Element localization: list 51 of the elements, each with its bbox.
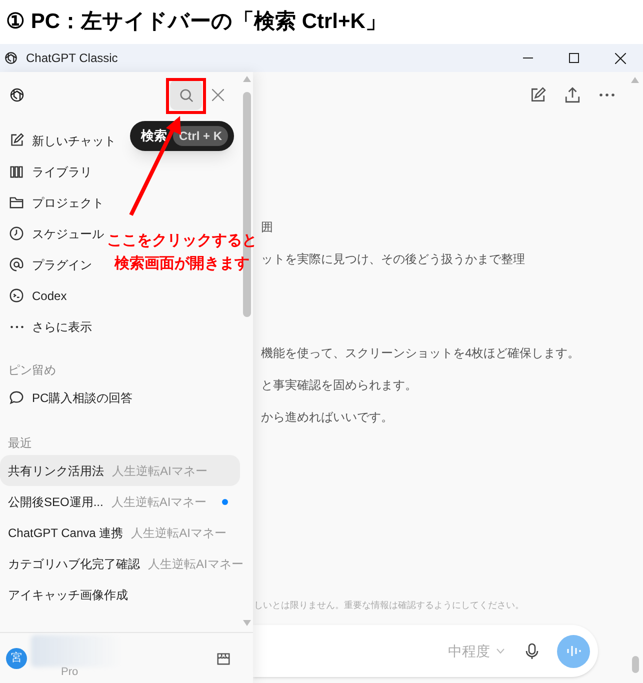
maximize-icon (569, 53, 579, 63)
search-icon (178, 88, 194, 102)
message-text: 機能を使って、スクリーンショットを4枚ほど確保します。 (261, 345, 581, 362)
shortcut-key: Ctrl + K (173, 126, 228, 146)
chat-history-item[interactable]: ChatGPT Canva 連携 人生逆転AIマネー (0, 517, 240, 548)
edit-icon (9, 133, 24, 148)
chat-history-item[interactable]: カテゴリハブ化完了確認 人生逆転AIマネー (0, 548, 240, 579)
message-text: から進めればいいです。 (261, 409, 394, 426)
search-button[interactable] (170, 80, 202, 110)
chat-history-item[interactable]: 共有リンク活用法 人生逆転AIマネー (0, 455, 240, 486)
scrollbar-thumb[interactable] (632, 656, 638, 673)
sidebar-item[interactable]: プラグイン (0, 249, 94, 280)
library-icon (9, 164, 24, 179)
sidebar-item[interactable]: プロジェクト (0, 187, 106, 218)
share-icon[interactable] (564, 86, 581, 104)
chat-history-item[interactable]: 公開後SEO運用... 人生逆転AIマネー (0, 486, 240, 517)
annotation-text: ここをクリックすると 検索画面が開きます (107, 231, 257, 274)
at-sign-icon (9, 257, 24, 272)
more-icon (10, 324, 24, 328)
clock-icon (9, 226, 24, 241)
store-icon[interactable] (216, 650, 231, 666)
chevron-down-icon (496, 648, 505, 654)
folder-icon (9, 195, 24, 210)
message-text: 囲 (261, 219, 274, 236)
message-text: と事実確認を固められます。 (261, 377, 418, 394)
sidebar-item[interactable]: 新しいチャット (0, 125, 118, 156)
more-icon[interactable] (599, 93, 615, 97)
close-icon (614, 52, 626, 64)
sidebar-item[interactable]: スケジュール (0, 218, 106, 249)
window-title: ChatGPT Classic (26, 50, 118, 67)
highlight-frame (166, 78, 206, 114)
plan-label: Pro (61, 664, 78, 680)
sidebar-item[interactable]: ライブラリ (0, 156, 94, 187)
edit-icon[interactable] (529, 86, 546, 104)
waveform-icon (566, 645, 580, 657)
sidebar-item[interactable]: Codex (0, 280, 69, 311)
section-heading: 最近 (7, 434, 33, 452)
close-icon (212, 89, 224, 101)
disclaimer: しいとは限りません。重要な情報は確認するようにしてください。 (253, 598, 525, 612)
app-logo-icon (8, 86, 26, 104)
sidebar-item[interactable]: さらに表示 (0, 311, 94, 342)
pinned-chat[interactable]: PC購入相談の回答 (0, 382, 240, 413)
app-logo-icon (3, 50, 19, 66)
page-heading: ① PC：左サイドバーの「検索 Ctrl+K」 (6, 9, 386, 36)
microphone-icon[interactable] (525, 642, 539, 660)
message-text: ットを実際に見つけ、その後どう扱うかまで整理 (261, 251, 526, 268)
chat-bubble-icon (9, 390, 24, 405)
chat-history-item[interactable]: アイキャッチ画像作成 (0, 579, 240, 610)
codex-icon (9, 288, 24, 303)
section-heading: ピン留め (7, 362, 57, 378)
tooltip-label: 検索 (141, 127, 167, 146)
